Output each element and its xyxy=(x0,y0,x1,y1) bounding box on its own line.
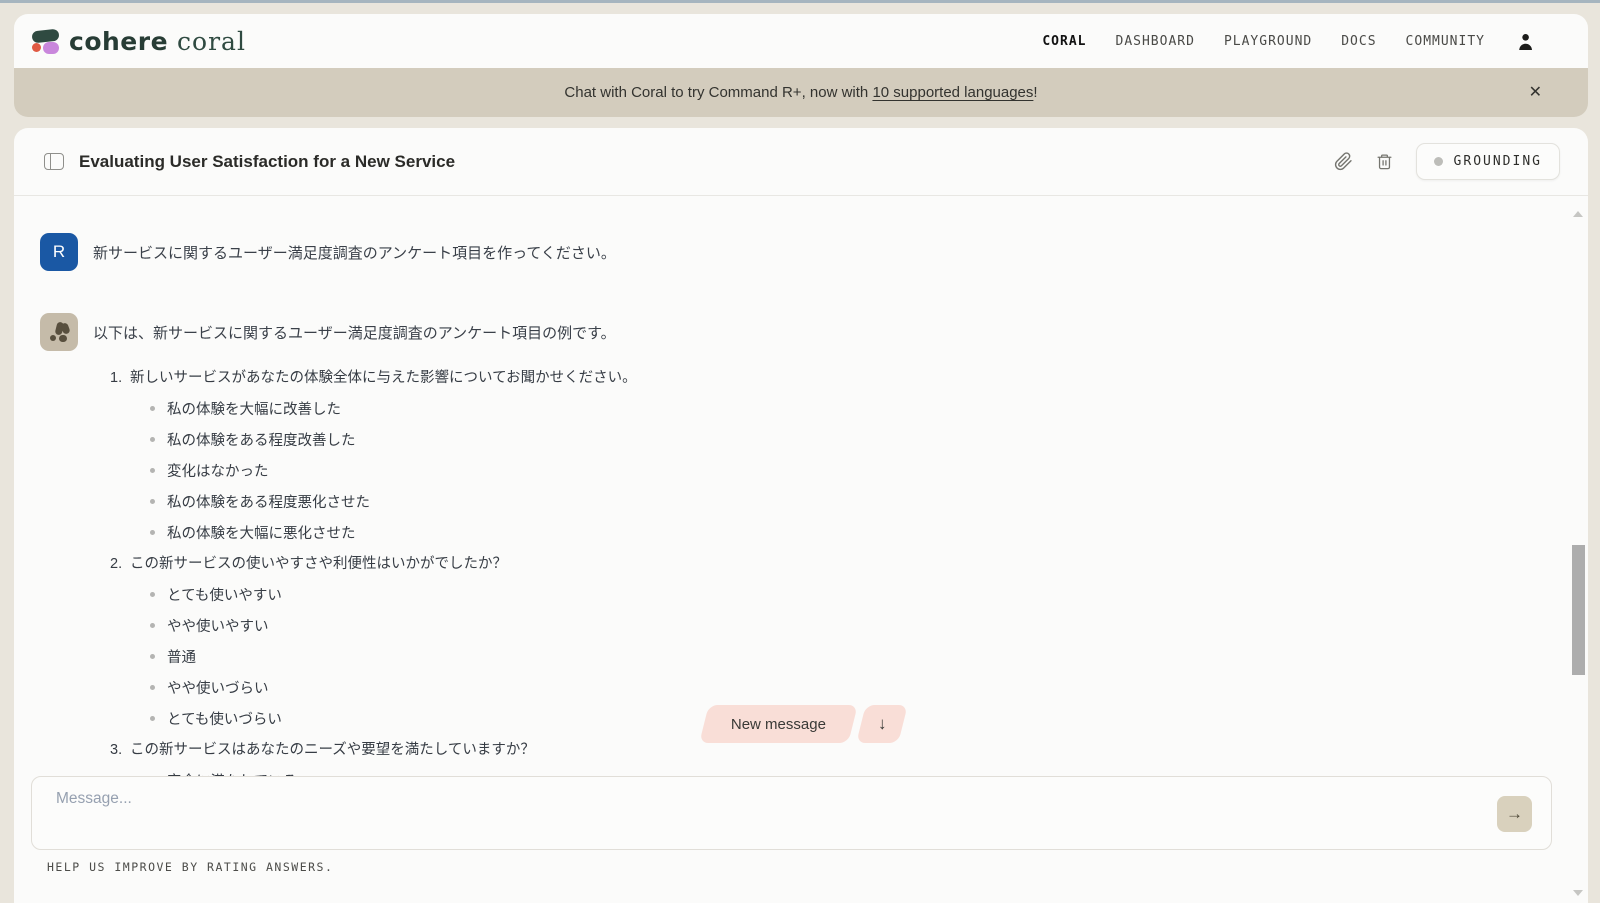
survey-option: 私の体験をある程度悪化させた xyxy=(150,486,637,517)
bullet-dot xyxy=(150,530,155,535)
chat-card: Evaluating User Satisfaction for a New S… xyxy=(14,128,1588,903)
question-text: この新サービスの使いやすさや利便性はいかがでしたか？ xyxy=(130,554,507,575)
banner-close-icon[interactable]: ✕ xyxy=(1529,85,1542,101)
rating-hint-text: HELP US IMPROVE BY RATING ANSWERS. xyxy=(47,860,333,874)
question-number: 2. xyxy=(110,554,130,575)
banner-text-prefix: Chat with Coral to try Command R+, now w… xyxy=(564,84,872,101)
survey-option: 私の体験をある程度改善した xyxy=(150,424,637,455)
survey-option: やや使いやすい xyxy=(150,610,637,641)
bullet-dot xyxy=(150,468,155,473)
chat-scrollbar[interactable] xyxy=(1571,197,1586,903)
chat-header-actions: GROUNDING xyxy=(1334,143,1560,180)
option-text: 私の体験をある程度悪化させた xyxy=(167,491,370,512)
option-text: 私の体験をある程度改善した xyxy=(167,429,356,450)
grounding-button[interactable]: GROUNDING xyxy=(1416,143,1560,180)
announcement-banner: Chat with Coral to try Command R+, now w… xyxy=(14,68,1588,117)
account-icon[interactable] xyxy=(1517,33,1533,50)
paperclip-icon[interactable] xyxy=(1334,152,1353,171)
question-number: 1. xyxy=(110,368,130,389)
option-text: やや使いづらい xyxy=(167,677,269,698)
new-message-label: New message xyxy=(731,716,826,733)
option-text: 私の体験を大幅に悪化させた xyxy=(167,522,356,543)
main-nav: CORAL DASHBOARD PLAYGROUND DOCS COMMUNIT… xyxy=(1042,33,1533,50)
option-text: とても使いやすい xyxy=(167,584,282,605)
trash-icon[interactable] xyxy=(1376,152,1393,171)
panel-toggle-icon[interactable] xyxy=(44,153,64,170)
bullet-dot xyxy=(150,406,155,411)
message-input[interactable] xyxy=(56,790,1476,808)
product-name: coral xyxy=(177,27,246,56)
grounding-status-dot xyxy=(1434,157,1443,166)
cohere-coral-logo[interactable]: cohere coral xyxy=(31,26,246,56)
survey-option: やや使いづらい xyxy=(150,672,637,703)
app-header: cohere coral CORAL DASHBOARD PLAYGROUND … xyxy=(14,14,1588,68)
scrollbar-thumb[interactable] xyxy=(1572,545,1585,675)
arrow-right-icon: → xyxy=(1506,804,1523,824)
question-text: 新しいサービスがあなたの体験全体に与えた影響についてお聞かせください。 xyxy=(130,368,637,389)
option-text: やや使いやすい xyxy=(167,615,269,636)
chat-header: Evaluating User Satisfaction for a New S… xyxy=(14,128,1588,196)
survey-option: 私の体験を大幅に悪化させた xyxy=(150,517,637,548)
bot-avatar xyxy=(40,313,78,351)
question-number: 3. xyxy=(110,740,130,761)
survey-option: とても使いやすい xyxy=(150,579,637,610)
banner-link[interactable]: 10 supported languages xyxy=(872,84,1033,101)
new-message-label-pill[interactable]: New message xyxy=(699,705,858,743)
survey-option: とても使いづらい xyxy=(150,703,637,734)
grounding-label: GROUNDING xyxy=(1454,154,1542,169)
nav-item-docs[interactable]: DOCS xyxy=(1341,34,1376,49)
survey-option: 私の体験を大幅に改善した xyxy=(150,393,637,424)
message-composer: → xyxy=(31,776,1552,850)
brand-name: cohere xyxy=(69,27,168,56)
nav-item-community[interactable]: COMMUNITY xyxy=(1406,34,1485,49)
survey-question: 1. 新しいサービスがあなたの体験全体に与えた影響についてお聞かせください。 xyxy=(110,368,637,389)
option-text: 変化はなかった xyxy=(167,460,269,481)
send-button[interactable]: → xyxy=(1497,796,1532,832)
survey-question: 2. この新サービスの使いやすさや利便性はいかがでしたか？ xyxy=(110,554,637,575)
banner-text: Chat with Coral to try Command R+, now w… xyxy=(564,84,1037,101)
chat-scroll-area: R 新サービスに関するユーザー満足度調査のアンケート項目を作ってください。 以下… xyxy=(14,197,1588,903)
banner-text-suffix: ! xyxy=(1033,84,1037,101)
survey-question: 3. この新サービスはあなたのニーズや要望を満たしていますか？ xyxy=(110,740,637,761)
top-edge-stripe xyxy=(0,0,1600,3)
survey-list: 1. 新しいサービスがあなたの体験全体に与えた影響についてお聞かせください。 私… xyxy=(110,362,637,796)
arrow-down-icon: ↓ xyxy=(878,714,887,734)
question-text: この新サービスはあなたのニーズや要望を満たしていますか？ xyxy=(130,740,535,761)
nav-item-coral[interactable]: CORAL xyxy=(1042,34,1086,49)
nav-item-dashboard[interactable]: DASHBOARD xyxy=(1116,34,1195,49)
user-message-text: 新サービスに関するユーザー満足度調査のアンケート項目を作ってください。 xyxy=(93,242,616,263)
bot-message-intro: 以下は、新サービスに関するユーザー満足度調査のアンケート項目の例です。 xyxy=(93,322,616,343)
user-message: R 新サービスに関するユーザー満足度調査のアンケート項目を作ってください。 xyxy=(40,233,616,271)
new-message-button[interactable]: New message ↓ xyxy=(699,705,908,743)
option-text: 普通 xyxy=(167,646,196,667)
conversation-title: Evaluating User Satisfaction for a New S… xyxy=(79,152,455,172)
bullet-dot xyxy=(150,623,155,628)
scrollbar-up-icon[interactable] xyxy=(1573,211,1583,217)
bullet-dot xyxy=(150,592,155,597)
survey-option: 普通 xyxy=(150,641,637,672)
survey-option: 変化はなかった xyxy=(150,455,637,486)
bullet-dot xyxy=(150,437,155,442)
scrollbar-down-icon[interactable] xyxy=(1573,890,1583,896)
bullet-dot xyxy=(150,685,155,690)
user-avatar: R xyxy=(40,233,78,271)
bullet-dot xyxy=(150,499,155,504)
cohere-logo-icon xyxy=(31,26,61,56)
bullet-dot xyxy=(150,716,155,721)
bot-message: 以下は、新サービスに関するユーザー満足度調査のアンケート項目の例です。 xyxy=(40,313,616,351)
scroll-to-bottom-button[interactable]: ↓ xyxy=(856,705,907,743)
option-text: 私の体験を大幅に改善した xyxy=(167,398,341,419)
bullet-dot xyxy=(150,654,155,659)
nav-item-playground[interactable]: PLAYGROUND xyxy=(1224,34,1312,49)
cohere-mark-icon xyxy=(47,320,71,344)
option-text: とても使いづらい xyxy=(167,708,282,729)
